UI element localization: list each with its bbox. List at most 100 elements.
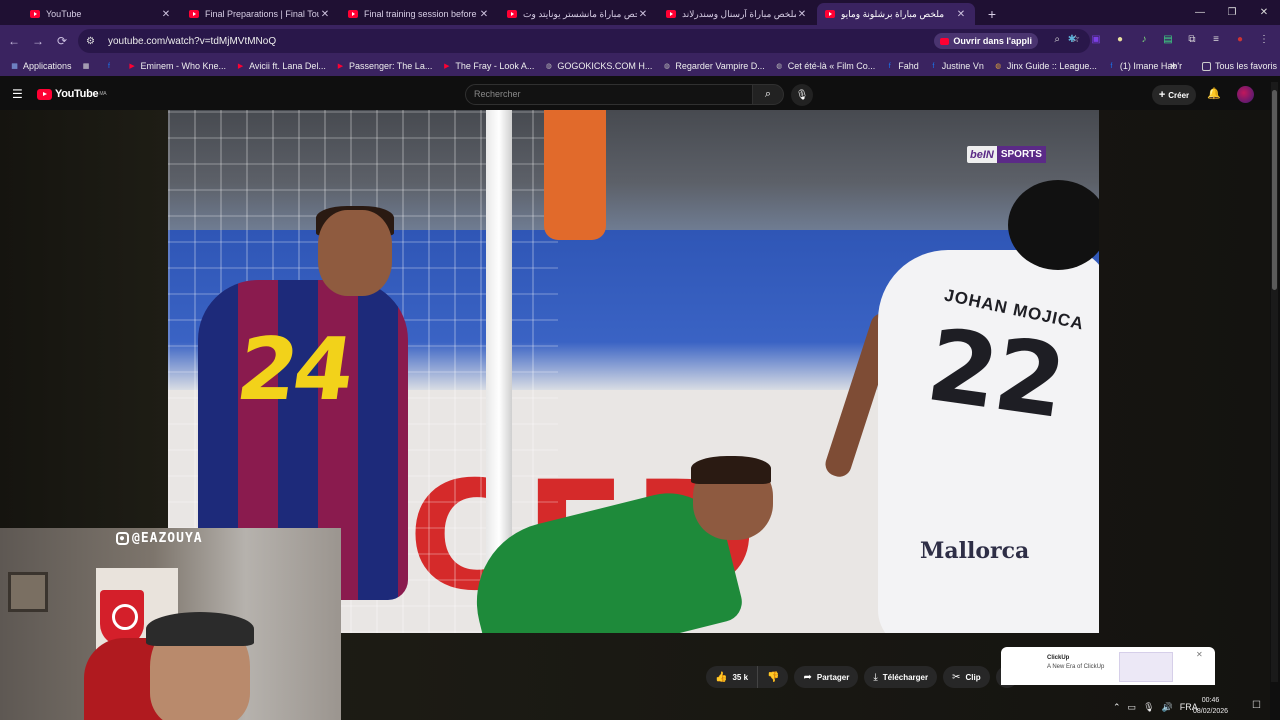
- bookmark-label: Regarder Vampire D...: [675, 61, 765, 71]
- search-button[interactable]: ⌕: [752, 84, 784, 105]
- forward-button[interactable]: →: [26, 29, 50, 53]
- notification-center-icon[interactable]: ☐: [1252, 700, 1261, 711]
- search-input[interactable]: Rechercher: [465, 84, 753, 105]
- back-button[interactable]: ←: [2, 29, 26, 53]
- close-tab-icon[interactable]: ✕: [478, 9, 490, 20]
- browser-menu-icon[interactable]: ⋮: [1256, 31, 1272, 47]
- minimize-button[interactable]: —: [1184, 0, 1216, 25]
- toolbar: ← → ⟳ ⚙ youtube.com/watch?v=tdMjMVtMNoQ …: [0, 25, 1280, 56]
- youtube-icon: [940, 37, 950, 45]
- facebook-icon: f: [932, 62, 935, 70]
- browser-tab[interactable]: ملخص مباراة آرسنال وسندرلاند (:✕: [658, 3, 816, 25]
- bookmark-item[interactable]: ▶ Passenger: The La...: [336, 61, 433, 71]
- bookmark-item[interactable]: f Justine Vn: [929, 61, 984, 71]
- bookmark-item[interactable]: ◍ Regarder Vampire D...: [662, 61, 765, 71]
- close-tab-icon[interactable]: ✕: [796, 9, 808, 20]
- close-tab-icon[interactable]: ✕: [637, 9, 649, 20]
- download-button[interactable]: ⤓ Télécharger: [864, 666, 938, 688]
- like-button[interactable]: 👍 35 k: [706, 666, 759, 688]
- notifications-bell-icon[interactable]: 🔔: [1207, 87, 1221, 100]
- browser-tab[interactable]: ملخص مباراة مانشستر يونايتد وت ✕: [499, 3, 657, 25]
- bookmark-item[interactable]: ◍ Jinx Guide :: League...: [994, 61, 1097, 71]
- bookmark-item[interactable]: ▶ The Fray - Look A...: [442, 61, 534, 71]
- youtube-icon: [189, 10, 199, 18]
- tab-title: Final training session before th: [364, 9, 478, 19]
- share-button[interactable]: ➦ Partager: [794, 666, 859, 688]
- reload-button[interactable]: ⟳: [50, 29, 74, 53]
- taskbar-clock[interactable]: 00:46 08/02/2026: [1193, 695, 1228, 717]
- bookmark-item[interactable]: f Fahd: [885, 61, 919, 71]
- microphone-icon[interactable]: 🎙: [1143, 702, 1154, 713]
- bookmark-item[interactable]: ◍ Cet été-là « Film Co...: [775, 61, 875, 71]
- all-bookmarks-button[interactable]: Tous les favoris: [1202, 61, 1277, 71]
- url-text[interactable]: youtube.com/watch?v=tdMjMVtMNoQ: [108, 36, 276, 47]
- grid-icon: ▦: [11, 62, 18, 70]
- restore-button[interactable]: ❐: [1216, 0, 1248, 25]
- network-icon[interactable]: ▭: [1128, 702, 1137, 713]
- bookmark-label: Eminem - Who Kne...: [140, 61, 227, 71]
- browser-tab[interactable]: Final training session before th ✕: [340, 3, 498, 25]
- extensions-puzzle-icon[interactable]: ⧉: [1184, 31, 1200, 47]
- open-in-app-label: Ouvrir dans l'appli: [953, 36, 1032, 46]
- close-tab-icon[interactable]: ✕: [319, 9, 331, 20]
- youtube-logo[interactable]: YouTube MA: [37, 88, 107, 100]
- close-icon[interactable]: ✕: [1196, 650, 1203, 659]
- close-tab-icon[interactable]: ✕: [160, 9, 172, 20]
- extension-icon[interactable]: ▤: [1160, 31, 1176, 47]
- bookmark-item[interactable]: ◍ GOGOKICKS.COM H...: [544, 61, 653, 71]
- grid-icon: ▦: [82, 62, 90, 70]
- scrollbar-thumb[interactable]: [1272, 90, 1277, 290]
- bookmark-item[interactable]: ▦: [82, 62, 95, 71]
- volume-icon[interactable]: 🔊: [1162, 702, 1173, 713]
- browser-tab[interactable]: ملخص مباراة برشلونة ومايو ✕: [817, 3, 975, 25]
- dislike-button[interactable]: 👎: [758, 666, 789, 688]
- avatar[interactable]: [1237, 86, 1254, 103]
- instagram-icon: ●: [116, 531, 129, 545]
- bookmark-item[interactable]: f: [105, 62, 118, 71]
- extension-icon[interactable]: ▣: [1088, 31, 1104, 47]
- youtube-icon: [30, 10, 40, 18]
- youtube-icon: [666, 10, 676, 18]
- clip-button[interactable]: ✂ Clip: [943, 666, 990, 688]
- player-left-head: [318, 210, 392, 296]
- clock-date: 08/02/2026: [1193, 708, 1229, 715]
- broadcaster-logo-part1: beIN: [970, 148, 994, 161]
- share-icon: ➦: [803, 671, 812, 683]
- page-scrollbar[interactable]: [1271, 82, 1278, 682]
- bookmark-label: The Fray - Look A...: [455, 61, 535, 71]
- voice-search-button[interactable]: 🎙: [791, 84, 813, 106]
- broadcaster-logo: beIN SPORTS: [967, 146, 1046, 163]
- bookmark-item[interactable]: ▦ Applications: [10, 61, 71, 71]
- youtube-icon: [825, 10, 835, 18]
- tab-title: ملخص مباراة برشلونة ومايو: [841, 8, 945, 19]
- youtube-icon: ▶: [337, 62, 344, 70]
- zoom-icon[interactable]: ⌕: [1054, 34, 1060, 45]
- browser-tab[interactable]: YouTube ✕: [22, 3, 180, 25]
- player-right: JOHAN MOJICA 22 Mallorca: [808, 180, 1099, 633]
- browser-tab[interactable]: Final Preparations | Final Touch ✕: [181, 3, 339, 25]
- media-control-icon[interactable]: ≡: [1208, 31, 1224, 47]
- close-tab-icon[interactable]: ✕: [955, 9, 967, 20]
- youtube-masthead: ☰ YouTube MA Rechercher ⌕ 🎙 + Créer 🔔: [0, 80, 1280, 110]
- open-in-app-button[interactable]: Ouvrir dans l'appli: [934, 33, 1038, 49]
- bookmarks-more-button[interactable]: »: [1170, 60, 1176, 72]
- extension-icon[interactable]: ●: [1112, 31, 1128, 47]
- ad-card[interactable]: ClickUp A New Era of ClickUp ✕: [1001, 647, 1215, 685]
- profile-icon[interactable]: ●: [1232, 31, 1248, 47]
- player-right-hair: [1008, 180, 1099, 270]
- address-bar[interactable]: ⚙ youtube.com/watch?v=tdMjMVtMNoQ Ouvrir…: [78, 29, 1090, 53]
- menu-icon[interactable]: ☰: [12, 88, 24, 100]
- create-button[interactable]: + Créer: [1152, 85, 1196, 105]
- clock-time: 00:46: [1201, 697, 1220, 704]
- webcam-handle-text: EAZOUYA: [140, 530, 203, 546]
- bookmark-item[interactable]: ▶ Avicii ft. Lana Del...: [236, 61, 326, 71]
- extension-icon[interactable]: ✱: [1064, 31, 1080, 47]
- extension-icon[interactable]: ♪: [1136, 31, 1152, 47]
- youtube-logo-text: YouTube: [55, 88, 99, 100]
- new-tab-button[interactable]: +: [981, 3, 1003, 25]
- bookmark-item[interactable]: ▶ Eminem - Who Kne...: [128, 61, 227, 71]
- extensions-area: ✱ ▣ ● ♪ ▤ ⧉ ≡ ● ⋮: [1064, 31, 1272, 47]
- site-info-icon[interactable]: ⚙: [86, 36, 102, 47]
- close-window-button[interactable]: ✕: [1248, 0, 1280, 25]
- chevron-up-icon[interactable]: ⌃: [1113, 702, 1121, 713]
